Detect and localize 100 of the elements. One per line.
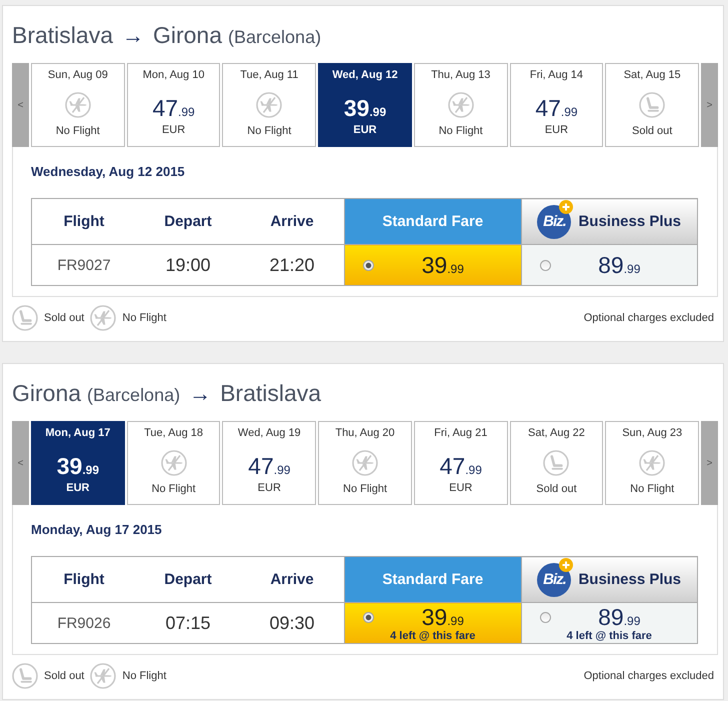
legend-label: Sold out <box>44 312 84 324</box>
date-label: Wed, Aug 12 <box>332 68 398 83</box>
date-tile[interactable]: Sat, Aug 22 Sold out <box>510 421 604 505</box>
fare-price: 89.99 <box>597 252 642 278</box>
departure-time: 19:00 <box>136 244 240 286</box>
date-tile[interactable]: Tue, Aug 18 No Flight <box>126 421 220 505</box>
date-tile[interactable]: Sun, Aug 09 No Flight <box>31 63 125 147</box>
fare-price: 47.99 <box>535 95 578 121</box>
currency-label: EUR <box>258 481 281 495</box>
date-heading: Wednesday, Aug 12 2015 <box>31 164 186 180</box>
fare-cell[interactable]: 39.99 <box>344 244 521 286</box>
column-header: Arrive <box>240 198 344 244</box>
radio-button[interactable] <box>363 612 374 622</box>
crossed-plane-icon <box>448 92 474 118</box>
fare-price: 39.99 <box>420 252 465 278</box>
date-tile[interactable]: Fri, Aug 14 47.99 EUR <box>510 63 604 147</box>
radio-button[interactable] <box>540 612 550 622</box>
date-label: Mon, Aug 10 <box>142 68 204 83</box>
currency-label: EUR <box>66 481 90 495</box>
radio-button[interactable] <box>363 260 374 270</box>
fare-cell[interactable]: 89.99 4 left @ this fare <box>521 602 698 644</box>
availability-note: 4 left @ this fare <box>566 630 653 642</box>
radio-button[interactable] <box>540 260 550 270</box>
date-tile[interactable]: Tue, Aug 11 No Flight <box>222 63 316 147</box>
crossed-plane-icon <box>90 663 116 689</box>
status-label: No Flight <box>630 482 674 496</box>
date-label: Sat, Aug 22 <box>528 426 585 441</box>
seat-icon <box>12 663 38 689</box>
seat-icon <box>543 450 570 476</box>
footnote: Optional charges excluded <box>584 312 714 324</box>
status-label: No Flight <box>56 124 100 138</box>
plus-badge-icon <box>559 558 574 572</box>
column-header: Flight <box>32 556 136 602</box>
fare-price: 89.99 <box>597 604 642 630</box>
status-label: No Flight <box>247 124 292 138</box>
standard-fare-header: Standard Fare <box>344 198 521 244</box>
flight-number: FR9026 <box>32 602 136 644</box>
date-label: Sun, Aug 23 <box>622 426 682 441</box>
date-heading: Monday, Aug 17 2015 <box>31 522 163 538</box>
fare-price: 39.99 <box>420 604 465 630</box>
date-label: Mon, Aug 17 <box>45 426 110 441</box>
biz-logo: Biz. <box>537 204 572 238</box>
status-label: Sold out <box>536 482 577 496</box>
date-label: Thu, Aug 13 <box>431 68 490 83</box>
currency-label: EUR <box>353 123 377 137</box>
date-tile[interactable]: Wed, Aug 12 39.99 EUR <box>318 63 412 147</box>
city-name: Bratislava <box>220 379 322 408</box>
date-label: Wed, Aug 19 <box>238 426 301 441</box>
area-name: (Barcelona) <box>87 384 180 407</box>
legend-label: No Flight <box>122 670 166 682</box>
fare-price: 47.99 <box>440 453 482 479</box>
fare-cell[interactable]: 89.99 <box>521 244 698 286</box>
standard-fare-header: Standard Fare <box>344 556 521 602</box>
crossed-plane-icon <box>64 92 91 118</box>
crossed-plane-icon <box>256 92 282 118</box>
seat-icon <box>12 305 38 331</box>
crossed-plane-icon <box>352 450 378 476</box>
city-name: Girona <box>12 379 82 408</box>
date-tile[interactable]: Sat, Aug 15 Sold out <box>605 63 700 147</box>
date-label: Tue, Aug 18 <box>144 426 204 441</box>
status-label: Sold out <box>632 124 672 138</box>
date-tile[interactable]: Mon, Aug 17 39.99 EUR <box>31 421 125 505</box>
column-header: Depart <box>136 556 240 602</box>
city-name: Bratislava <box>12 21 113 50</box>
date-tile[interactable]: Mon, Aug 10 47.99 EUR <box>126 63 220 147</box>
crossed-plane-icon <box>160 450 187 476</box>
legend-label: Sold out <box>44 670 84 682</box>
date-label: Fri, Aug 21 <box>434 426 488 441</box>
currency-label: EUR <box>162 123 186 137</box>
date-tile[interactable]: Fri, Aug 21 47.99 EUR <box>414 421 508 505</box>
date-label: Sat, Aug 15 <box>624 68 681 83</box>
availability-note: 4 left @ this fare <box>389 630 476 642</box>
fare-cell[interactable]: 39.99 4 left @ this fare <box>344 602 521 644</box>
area-name: (Barcelona) <box>228 26 322 49</box>
status-label: No Flight <box>152 482 196 496</box>
city-name: Girona <box>152 21 222 50</box>
flight-number: FR9027 <box>32 244 136 286</box>
fare-price: 39.99 <box>56 453 99 479</box>
fare-price: 47.99 <box>152 95 195 121</box>
fare-price: 39.99 <box>344 95 386 121</box>
date-tile[interactable]: Wed, Aug 19 47.99 EUR <box>222 421 316 505</box>
column-header: Depart <box>136 198 240 244</box>
date-label: Sun, Aug 09 <box>48 68 108 83</box>
column-header-label: Business Plus <box>578 571 682 588</box>
legend-label: No Flight <box>122 312 166 324</box>
route-arrow: → <box>189 380 212 408</box>
currency-label: EUR <box>449 481 472 495</box>
status-label: No Flight <box>438 124 483 138</box>
column-header-label: Business Plus <box>578 213 682 230</box>
date-label: Thu, Aug 20 <box>335 426 395 441</box>
footnote: Optional charges excluded <box>584 670 714 682</box>
column-header: Arrive <box>240 556 344 602</box>
date-tile[interactable]: Thu, Aug 13 No Flight <box>414 63 508 147</box>
crossed-plane-icon <box>639 450 666 476</box>
date-tile[interactable]: Sun, Aug 23 No Flight <box>605 421 700 505</box>
status-label: No Flight <box>343 482 388 496</box>
currency-label: EUR <box>544 123 568 137</box>
biz-logo: Biz. <box>537 562 572 596</box>
date-tile[interactable]: Thu, Aug 20 No Flight <box>318 421 412 505</box>
date-label: Fri, Aug 14 <box>530 68 584 83</box>
